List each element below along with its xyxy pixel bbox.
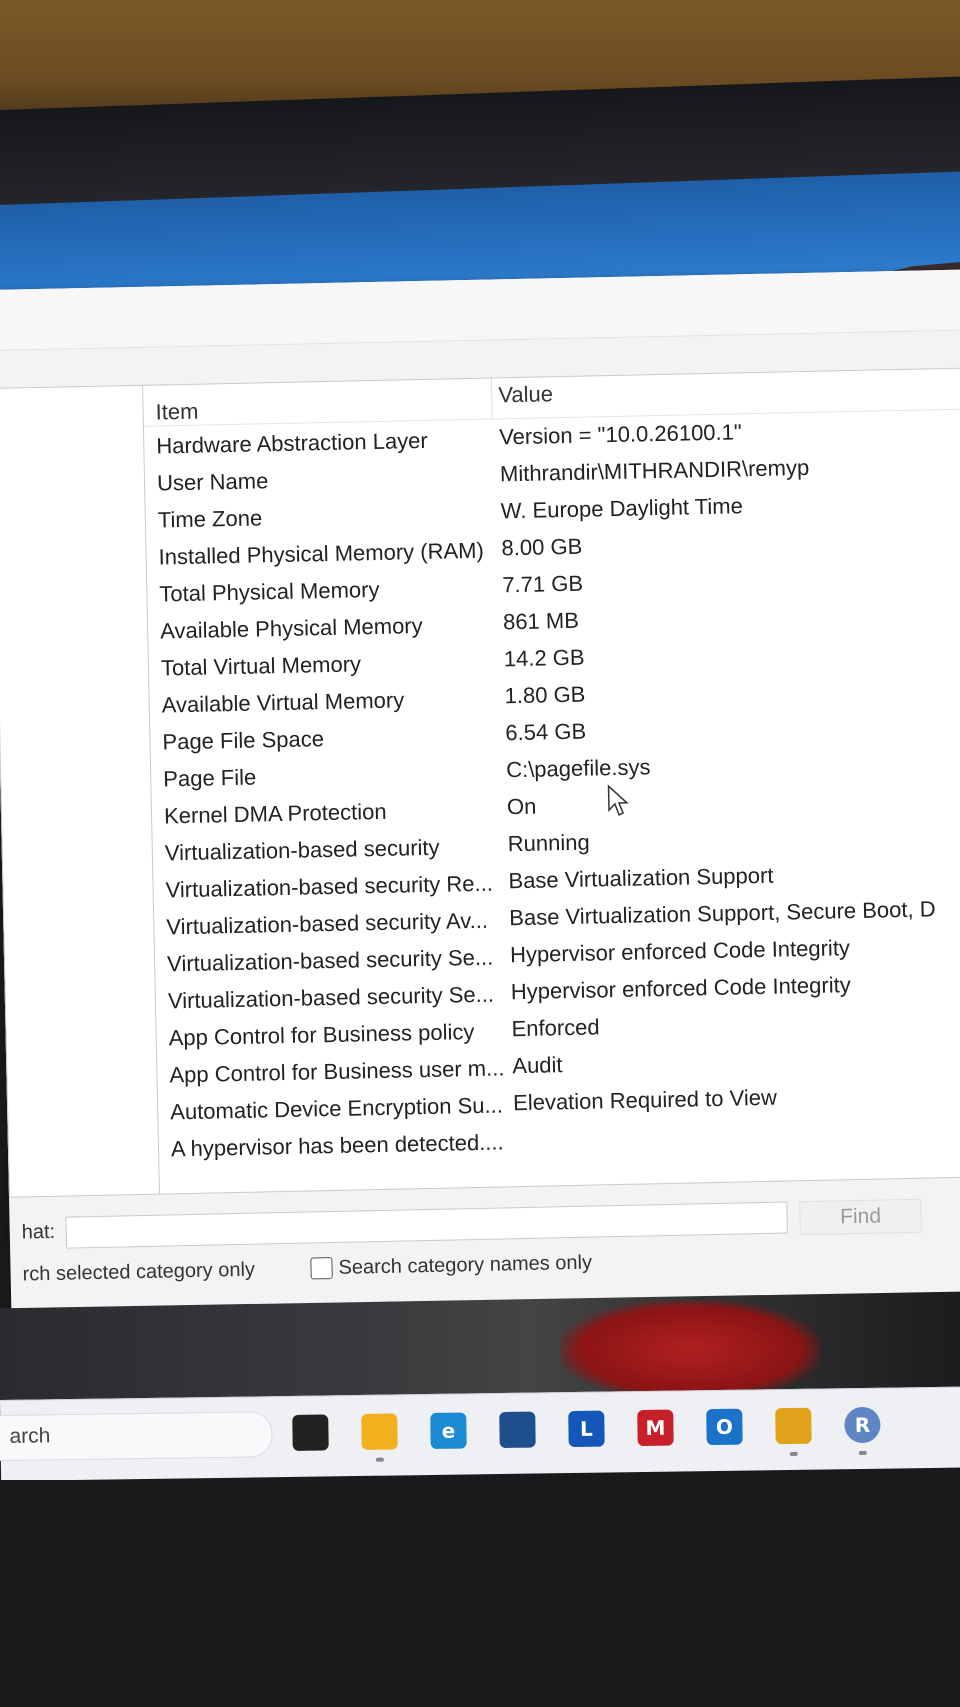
find-bar: hat: Find rch selected category only Sea… xyxy=(9,1189,960,1300)
running-indicator xyxy=(789,1451,798,1456)
row-value-cell: Running xyxy=(507,829,590,857)
taskbar-search-box[interactable]: arch xyxy=(0,1411,273,1462)
column-divider[interactable] xyxy=(490,378,493,419)
wallpaper-red-element xyxy=(560,1300,820,1400)
row-value-cell: Version = "10.0.26100.1" xyxy=(498,419,742,450)
row-value-cell: 14.2 GB xyxy=(503,644,585,672)
row-item-cell: A hypervisor has been detected.... xyxy=(170,1129,504,1162)
outlook-icon[interactable]: O xyxy=(706,1408,743,1446)
monitor-bottom-bezel xyxy=(0,1480,960,1707)
row-value-cell: On xyxy=(506,793,537,820)
search-category-names-label[interactable]: Search category names only xyxy=(338,1252,592,1280)
row-value-cell: C:\pagefile.sys xyxy=(505,754,651,783)
row-item-cell: Hardware Abstraction Layer xyxy=(156,427,428,459)
row-item-cell: Virtualization-based security Re... xyxy=(165,870,494,903)
row-item-cell: Total Physical Memory xyxy=(159,576,380,607)
row-value-cell: Audit xyxy=(512,1052,563,1079)
row-item-cell: App Control for Business policy xyxy=(168,1019,475,1051)
column-header-item[interactable]: Item xyxy=(155,399,198,426)
row-item-cell: Installed Physical Memory (RAM) xyxy=(158,537,485,570)
running-indicator xyxy=(858,1450,867,1456)
row-value-cell: Hypervisor enforced Code Integrity xyxy=(510,972,851,1005)
row-item-cell: Total Virtual Memory xyxy=(160,651,362,681)
row-item-cell: Available Physical Memory xyxy=(159,613,423,644)
row-item-cell: Page File xyxy=(163,764,257,792)
row-item-cell: Kernel DMA Protection xyxy=(163,798,387,829)
row-value-cell: Enforced xyxy=(511,1014,600,1042)
row-item-cell: User Name xyxy=(156,468,269,496)
row-item-cell: Virtualization-based security Av... xyxy=(166,907,489,940)
row-value-cell: Mithrandir\MITHRANDIR\remyp xyxy=(499,454,810,487)
system-information-window: Item Value Hardware Abstraction Layer Ver… xyxy=(0,269,960,1320)
details-list-pane[interactable]: Item Value Hardware Abstraction Layer Ver… xyxy=(142,367,960,1195)
running-indicator xyxy=(375,1457,384,1462)
row-value-cell: Hypervisor enforced Code Integrity xyxy=(509,935,851,968)
row-item-cell: Page File Space xyxy=(162,726,325,755)
row-value-cell: Base Virtualization Support, Secure Boot… xyxy=(508,896,936,931)
row-item-cell: Virtualization-based security Se... xyxy=(167,981,495,1014)
profile-r-icon[interactable]: R xyxy=(844,1406,881,1444)
chrome-icon[interactable] xyxy=(775,1407,812,1445)
row-value-cell: 7.71 GB xyxy=(502,570,584,598)
row-value-cell: 861 MB xyxy=(502,607,580,635)
find-button[interactable]: Find xyxy=(799,1198,922,1236)
row-value-cell: W. Europe Daylight Time xyxy=(500,493,744,524)
row-value-cell: Elevation Required to View xyxy=(512,1084,778,1116)
find-what-label: hat: xyxy=(21,1220,56,1244)
store-icon[interactable] xyxy=(499,1411,536,1449)
row-value-cell: 1.80 GB xyxy=(504,681,586,709)
row-item-cell: Time Zone xyxy=(157,505,263,533)
mouse-cursor-icon xyxy=(607,784,629,816)
search-selected-category-option[interactable]: rch selected category only xyxy=(22,1259,255,1287)
find-what-input[interactable] xyxy=(65,1201,788,1249)
mcafee-icon[interactable]: M xyxy=(637,1409,674,1447)
details-rows: Hardware Abstraction Layer Version = "10.… xyxy=(144,410,960,1167)
file-explorer-icon[interactable] xyxy=(361,1413,398,1450)
column-header-value[interactable]: Value xyxy=(498,381,553,408)
row-value-cell: 6.54 GB xyxy=(505,718,587,746)
row-item-cell: Automatic Device Encryption Su... xyxy=(169,1092,504,1125)
category-tree-pane[interactable] xyxy=(0,384,161,1198)
taskbar-search-text: arch xyxy=(9,1424,51,1448)
search-category-names-checkbox[interactable] xyxy=(310,1257,333,1280)
row-value-cell: Base Virtualization Support xyxy=(508,862,774,894)
taskbar: arch e LMO R xyxy=(0,1386,960,1481)
task-view-icon[interactable] xyxy=(292,1414,329,1451)
row-item-cell: Available Virtual Memory xyxy=(161,687,405,718)
l-app-icon[interactable]: L xyxy=(568,1410,605,1448)
row-item-cell: Virtualization-based security Se... xyxy=(166,944,494,977)
edge-icon[interactable]: e xyxy=(430,1412,467,1449)
row-item-cell: Virtualization-based security xyxy=(164,834,440,866)
row-value-cell: 8.00 GB xyxy=(501,533,583,561)
row-item-cell: App Control for Business user m... xyxy=(169,1055,505,1088)
